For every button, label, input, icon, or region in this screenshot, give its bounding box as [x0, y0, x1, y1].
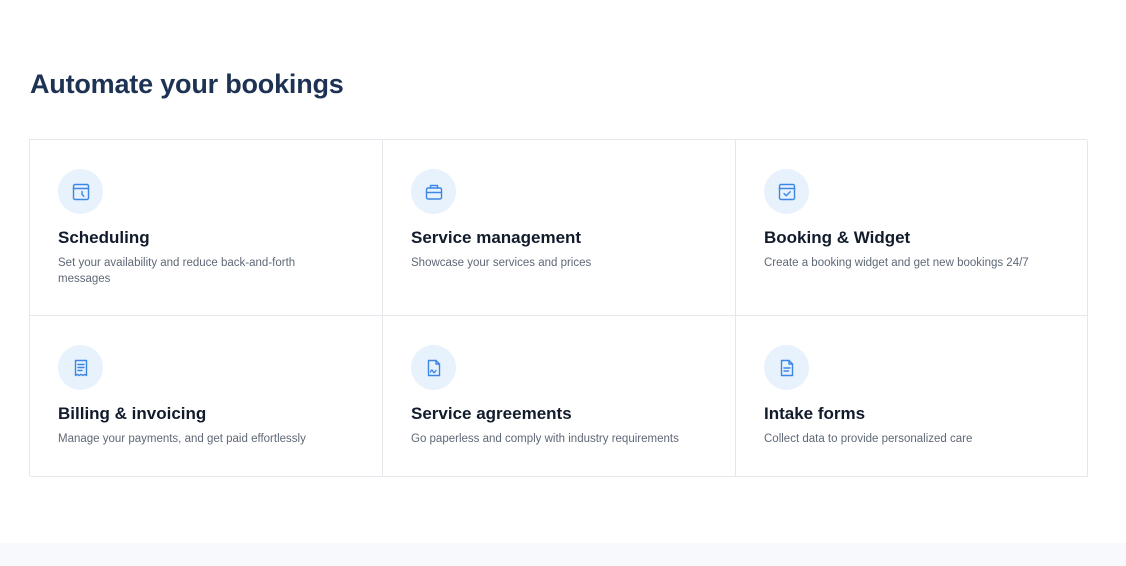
feature-card-scheduling[interactable]: Scheduling Set your availability and red… — [30, 140, 383, 316]
feature-description: Go paperless and comply with industry re… — [411, 433, 679, 445]
feature-card-service-management[interactable]: Service management Showcase your service… — [383, 140, 736, 316]
feature-description: Manage your payments, and get paid effor… — [58, 433, 306, 445]
feature-title: Intake forms — [764, 404, 866, 423]
briefcase-icon — [411, 169, 456, 214]
feature-card-billing-invoicing[interactable]: Billing & invoicing Manage your payments… — [30, 316, 383, 477]
feature-description: Collect data to provide personalized car… — [764, 433, 973, 445]
calendar-check-icon — [764, 169, 809, 214]
features-section: Automate your bookings Scheduling Set yo… — [0, 0, 1126, 543]
feature-card-booking-widget[interactable]: Booking & Widget Create a booking widget… — [736, 140, 1088, 316]
section-title: Automate your bookings — [30, 69, 344, 99]
feature-title: Scheduling — [58, 228, 150, 247]
feature-title: Service management — [411, 228, 582, 247]
calendar-clock-icon — [58, 169, 103, 214]
receipt-icon — [58, 345, 103, 390]
feature-title: Service agreements — [411, 404, 572, 423]
form-document-icon — [764, 345, 809, 390]
feature-card-service-agreements[interactable]: Service agreements Go paperless and comp… — [383, 316, 736, 477]
feature-description: Set your availability and reduce back-an… — [58, 257, 296, 285]
feature-description: Create a booking widget and get new book… — [764, 257, 1029, 269]
next-section-band — [0, 543, 1126, 566]
feature-description: Showcase your services and prices — [411, 257, 592, 269]
feature-title: Booking & Widget — [764, 228, 911, 247]
feature-title: Billing & invoicing — [58, 404, 207, 423]
feature-card-intake-forms[interactable]: Intake forms Collect data to provide per… — [736, 316, 1088, 477]
signed-document-icon — [411, 345, 456, 390]
features-grid: Scheduling Set your availability and red… — [29, 139, 1088, 477]
